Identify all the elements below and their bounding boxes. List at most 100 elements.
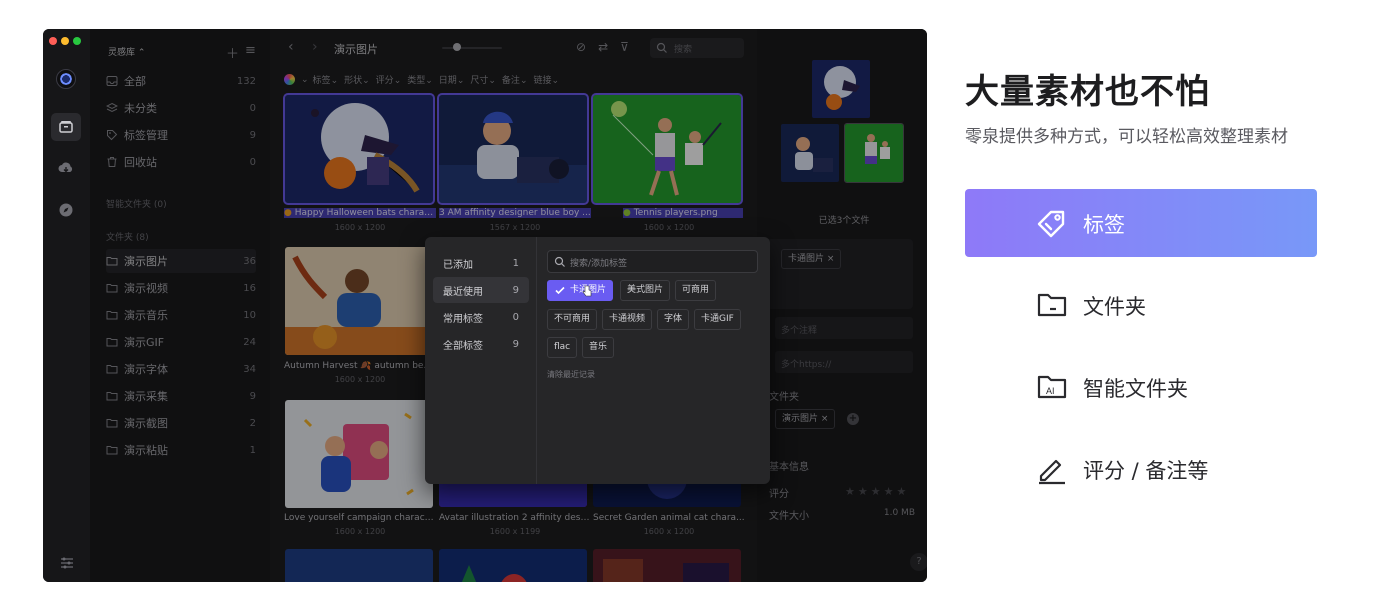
filter-tags[interactable]: 标签⌄ (313, 73, 339, 86)
tag-cartoon-images[interactable]: 卡通图片 (547, 280, 614, 301)
add-folder-icon[interactable]: + (847, 413, 859, 425)
file-dimensions: 1600 x 1200 (334, 527, 386, 536)
tag-category-added[interactable]: 已添加 1 (433, 250, 529, 276)
forward-arrow-icon[interactable]: › (312, 39, 318, 55)
sidebar-folder-demo-images[interactable]: 演示图片 36 (106, 249, 256, 273)
star-icon[interactable]: ★ (897, 485, 907, 498)
no-filter-icon[interactable]: ⊘ (576, 40, 586, 54)
close-window-button[interactable] (49, 37, 57, 45)
filter-size[interactable]: 尺寸⌄ (470, 73, 496, 86)
feature-folder[interactable]: 文件夹 (965, 271, 1317, 339)
file-name: Secret Garden animal cat chara... (593, 513, 745, 523)
thumbnail-autumn-harvest[interactable] (285, 247, 433, 355)
filter-date[interactable]: 日期⌄ (439, 73, 465, 86)
compass-icon[interactable] (57, 201, 75, 219)
back-arrow-icon[interactable]: ‹ (288, 39, 294, 55)
search-input[interactable]: 搜索 (650, 38, 744, 58)
thumbnail-row4-2[interactable] (439, 549, 587, 582)
star-icon[interactable]: ★ (858, 485, 868, 498)
sidebar-item-uncategorized[interactable]: 未分类 0 (105, 96, 256, 120)
star-icon[interactable]: ★ (884, 485, 894, 498)
filter-notes[interactable]: 备注⌄ (502, 73, 528, 86)
sidebar-folder-demo-music[interactable]: 演示音乐 10 (106, 303, 256, 327)
settings-sliders-icon[interactable] (60, 557, 74, 569)
inbox-icon (106, 75, 118, 87)
tag-cartoon-gif[interactable]: 卡通GIF (694, 309, 741, 330)
library-switcher[interactable]: 灵感库 ⌃ (108, 45, 145, 58)
clear-recent-link[interactable]: 清除最近记录 (547, 369, 595, 380)
folder-count: 9 (249, 390, 256, 402)
sidebar-folder-demo-collect[interactable]: 演示采集 9 (106, 384, 256, 408)
zoom-window-button[interactable] (73, 37, 81, 45)
folders-header[interactable]: 文件夹 (8) (106, 230, 149, 243)
filter-funnel-icon[interactable]: ⊽ (620, 40, 629, 54)
thumbnail-3am-designer[interactable] (437, 93, 589, 205)
star-icon[interactable]: ★ (845, 485, 855, 498)
notes-field[interactable]: 多个注释 (775, 317, 913, 339)
thumbnail-love-yourself[interactable] (285, 400, 433, 508)
tag-label: 可商用 (682, 285, 710, 295)
sidebar-folder-demo-fonts[interactable]: 演示字体 34 (106, 357, 256, 381)
sort-swap-icon[interactable]: ⇄ (598, 40, 608, 54)
sidebar-item-trash[interactable]: 回收站 0 (106, 150, 256, 174)
tag-label: 字体 (664, 314, 683, 324)
minimize-window-button[interactable] (61, 37, 69, 45)
add-icon[interactable]: ＋ (226, 43, 239, 62)
feature-smart-folder[interactable]: AI 智能文件夹 (965, 353, 1317, 421)
app-logo[interactable] (56, 69, 76, 89)
rating-stars[interactable]: ★ ★ ★ ★ ★ (845, 485, 906, 498)
feature-label: 标签 (1083, 213, 1125, 237)
tag-cartoon-videos[interactable]: 卡通视频 (602, 309, 653, 330)
library-box-icon[interactable] (57, 118, 75, 136)
filter-shape[interactable]: 形状⌄ (344, 73, 370, 86)
smart-folders-header[interactable]: 智能文件夹 (0) (106, 197, 167, 210)
sidebar: 灵感库 ⌃ ＋ ≡ 全部 132 未分类 0 标签管理 9 回收站 0 智能文件… (90, 29, 270, 582)
sidebar-item-tag-management[interactable]: 标签管理 9 (106, 123, 256, 147)
feature-tags[interactable]: 标签 (965, 189, 1317, 257)
tag-flac[interactable]: flac (547, 337, 578, 358)
tag-category-recent[interactable]: 最近使用 9 (433, 277, 529, 303)
file-size-label: 文件大小 (769, 511, 809, 522)
inspector-panel: 已选3个文件 卡通图片 × 多个注释 多个https:// 文件夹 演示图片 ×… (757, 29, 927, 582)
link-field[interactable]: 多个https:// (775, 351, 913, 373)
thumbnail-caption: ● Happy Halloween bats charac... (284, 208, 436, 218)
remove-tag-icon[interactable]: × (827, 254, 835, 264)
thumbnail-halloween[interactable] (283, 93, 435, 205)
slider-knob[interactable] (453, 43, 461, 51)
color-filter-icon[interactable] (284, 74, 295, 85)
thumbnail-tennis[interactable] (591, 93, 743, 205)
thumbnail-row4-1[interactable] (285, 549, 433, 582)
tag-music[interactable]: 音乐 (582, 337, 615, 358)
cloud-download-icon[interactable] (57, 159, 75, 177)
sidebar-item-all[interactable]: 全部 132 (106, 69, 256, 93)
folder-chip[interactable]: 演示图片 × (775, 409, 836, 429)
sidebar-folder-demo-gif[interactable]: 演示GIF 24 (106, 330, 256, 354)
feature-label: 智能文件夹 (1083, 377, 1188, 401)
filter-type[interactable]: 类型⌄ (407, 73, 433, 86)
tag-category-common[interactable]: 常用标签 0 (433, 304, 529, 330)
star-icon[interactable]: ★ (871, 485, 881, 498)
thumbnail-caption: Love yourself campaign charact... (284, 513, 436, 523)
sidebar-folder-demo-screenshots[interactable]: 演示截图 2 (106, 411, 256, 435)
tag-american-images[interactable]: 美式图片 (620, 280, 671, 301)
tag-chip[interactable]: 卡通图片 × (781, 249, 842, 269)
inspector-preview-3am (781, 124, 839, 182)
edit-pen-icon (1035, 452, 1069, 486)
sidebar-folder-demo-videos[interactable]: 演示视频 16 (106, 276, 256, 300)
filter-links[interactable]: 链接⌄ (533, 73, 559, 86)
remove-folder-icon[interactable]: × (821, 414, 829, 424)
tag-search-input[interactable]: 搜索/添加标签 (547, 250, 758, 273)
tag-fonts[interactable]: 字体 (657, 309, 690, 330)
filter-rating[interactable]: 评分⌄ (376, 73, 402, 86)
tag-non-commercial[interactable]: 不可商用 (547, 309, 598, 330)
tag-category-all[interactable]: 全部标签 9 (433, 331, 529, 357)
feature-rating-notes[interactable]: 评分 / 备注等 (965, 435, 1317, 503)
menu-icon[interactable]: ≡ (245, 43, 256, 62)
sidebar-folder-demo-paste[interactable]: 演示粘贴 1 (106, 438, 256, 462)
thumbnail-row4-3[interactable] (593, 549, 741, 582)
tag-commercial-use[interactable]: 可商用 (675, 280, 717, 301)
filter-label: 备注 (501, 76, 520, 86)
thumbnail-caption: Secret Garden animal cat chara... (593, 513, 745, 523)
thumbnail-size-slider[interactable] (442, 47, 502, 49)
help-button[interactable]: ? (910, 553, 927, 571)
